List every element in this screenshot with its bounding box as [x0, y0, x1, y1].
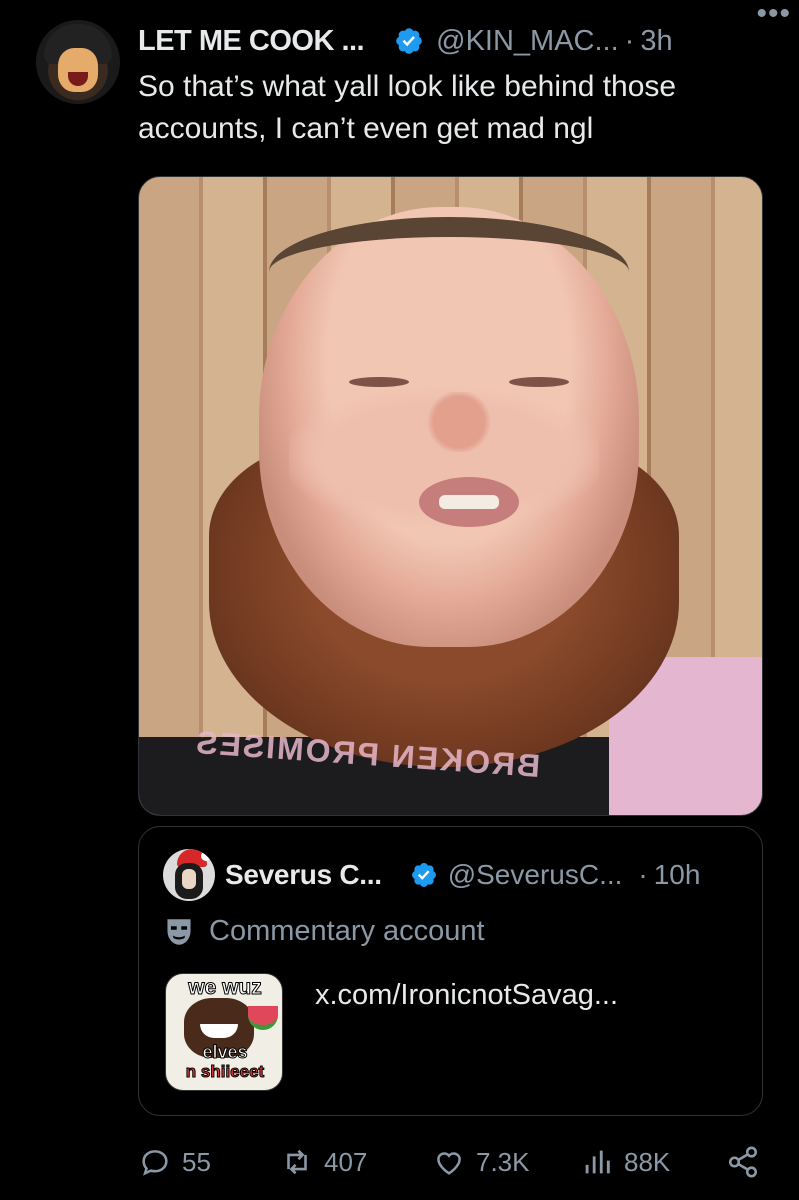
author-handle[interactable]: @KIN_MAC... [436, 25, 619, 58]
thumbnail-text-top: we wuz [188, 976, 263, 1000]
tweet-header: LET ME COOK ... @KIN_MAC... · 3h [138, 24, 779, 58]
tweet-text: So that’s what yall look like behind tho… [138, 70, 677, 145]
reply-count: 55 [182, 1146, 211, 1177]
retweet-icon [287, 1149, 307, 1175]
like-icon [437, 1152, 461, 1175]
quoted-author-handle[interactable]: @SeverusC... [448, 859, 623, 891]
photo-eye-left [349, 377, 409, 387]
tweet-photo[interactable]: BROKEN PROMISES [138, 176, 763, 816]
photo-eye-right [509, 377, 569, 387]
separator-dot: · [638, 859, 648, 890]
reply-button[interactable]: 55 [138, 1140, 211, 1184]
views-count: 88K [624, 1146, 671, 1177]
mask-icon [167, 918, 191, 945]
separator-dot: · [624, 24, 635, 57]
retweet-count: 407 [324, 1146, 368, 1177]
quoted-link[interactable]: x.com/IronicnotSavag... [315, 979, 618, 1012]
reply-icon [142, 1150, 168, 1176]
verified-badge-icon [411, 863, 436, 887]
tweet-avatar[interactable] [36, 20, 120, 104]
photo-nose [424, 392, 494, 452]
author-name[interactable]: LET ME COOK ... [138, 25, 365, 58]
like-count: 7.3K [476, 1146, 530, 1177]
tweet-time[interactable]: 3h [640, 25, 672, 58]
photo-teeth [439, 495, 499, 509]
views-icon [585, 1150, 610, 1174]
action-bar: 55 407 7.3K 88K [138, 1140, 768, 1184]
link-thumbnail[interactable]: we wuz elves n shiieeet [165, 973, 283, 1091]
thumbnail-text-bottom: n shiieeet [185, 1062, 265, 1082]
thumbnail-text-middle: elves [202, 1042, 248, 1063]
quoted-avatar[interactable] [163, 849, 215, 901]
share-icon [728, 1146, 758, 1178]
quoted-time[interactable]: 10h [654, 859, 701, 891]
like-button[interactable]: 7.3K [432, 1140, 530, 1184]
account-label-text: Commentary account [209, 915, 485, 947]
quoted-author-name[interactable]: Severus C... [225, 859, 382, 891]
commentary-label: Commentary account [165, 915, 485, 948]
quoted-tweet[interactable]: Severus C... @SeverusC... · 10h Commenta… [138, 826, 763, 1116]
more-icon[interactable]: ••• [756, 0, 791, 29]
verified-badge-icon [396, 28, 422, 54]
views-button[interactable]: 88K [580, 1140, 670, 1184]
quoted-header: Severus C... @SeverusC... · 10h [225, 859, 700, 891]
retweet-button[interactable]: 407 [280, 1140, 367, 1184]
photo-hairline [269, 217, 629, 327]
share-button[interactable] [726, 1140, 770, 1184]
